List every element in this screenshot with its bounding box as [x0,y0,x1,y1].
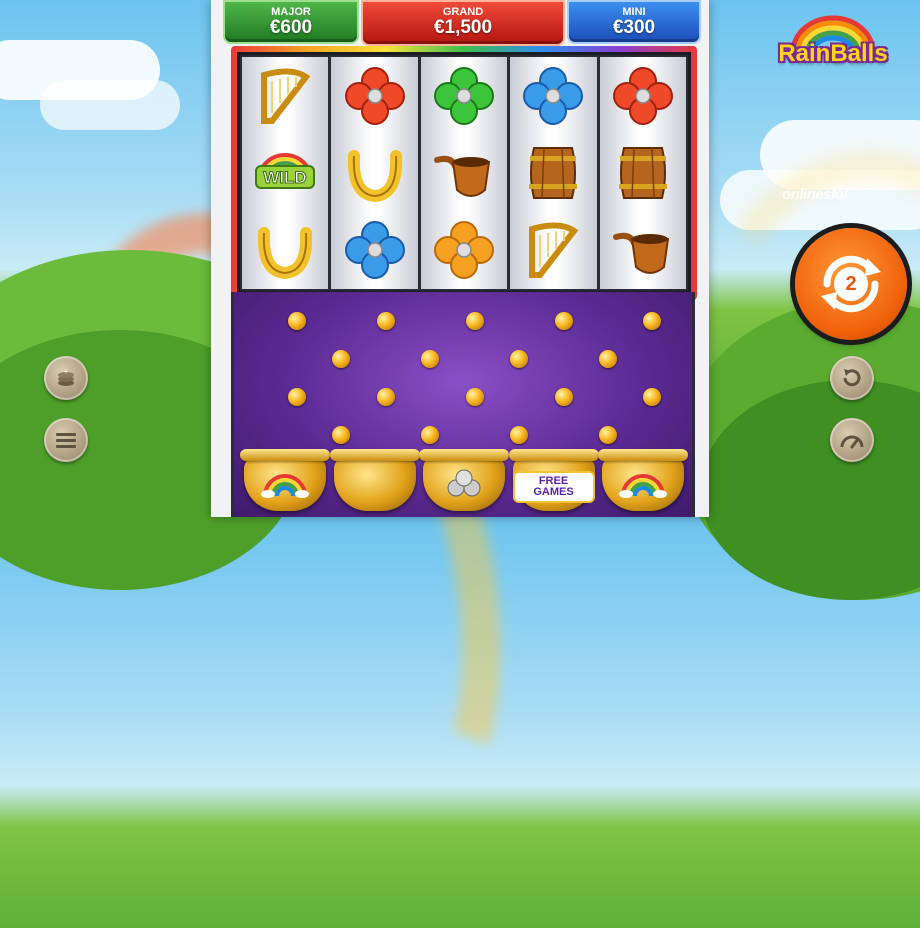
harp-icon [518,219,588,281]
peg [421,426,439,444]
reel-4 [510,57,597,289]
peg [599,426,617,444]
peg [599,350,617,368]
reel-1: WILD [242,57,329,289]
peg [510,350,528,368]
jackpot-major-amount: €600 [269,17,313,38]
pipe-icon [608,219,678,281]
free-games-pot: FREE GAMES [508,449,599,511]
orange-clover-icon [429,219,499,281]
bet-button[interactable]: + [44,356,88,400]
blue-clover-icon [340,219,410,281]
rainbow-icon [619,474,667,498]
jackpot-mini: MINI €300 [567,0,701,44]
jackpot-major: MAJOR €600 [223,0,359,44]
peg [643,388,661,406]
peg [555,388,573,406]
autoplay-icon [843,369,861,387]
empty-pot [329,449,420,511]
peg [510,426,528,444]
blue-clover-icon [518,65,588,127]
coin-stack-icon: + [58,367,74,386]
peg [332,350,350,368]
wild-icon: WILD [250,142,320,204]
speed-gauge-icon [840,435,864,449]
spin-button[interactable]: 2 [795,228,907,340]
peg [332,426,350,444]
pot-row: FREE GAMES [240,449,688,511]
jackpot-grand-amount: €1,500 [433,17,493,38]
peg [288,312,306,330]
green-clover-icon [429,65,499,127]
menu-icon [56,433,76,448]
peg [377,312,395,330]
horseshoe-icon [340,142,410,204]
barrel-icon [608,142,678,204]
watermark: onlineslot [782,186,848,203]
peg [421,350,439,368]
logo-text: RainBalls [778,40,888,67]
peg [466,388,484,406]
reel-3 [420,57,508,289]
rainbow-icon [261,474,309,498]
rainbow-pot [240,449,330,511]
peg [555,312,573,330]
svg-text:+: + [64,367,69,376]
game-cabinet: MAJOR €600 GRAND €1,500 MINI €300 WILD F… [211,0,709,517]
spin-count: 2 [834,267,868,301]
free-games-label: FREE GAMES [512,471,595,503]
balls-pot [419,449,509,511]
peg [466,312,484,330]
speed-button[interactable] [830,418,874,462]
peg [643,312,661,330]
jackpot-grand: GRAND €1,500 [361,0,565,46]
menu-button[interactable] [44,418,88,462]
harp-icon [250,65,320,127]
reel-window: WILD [237,52,691,294]
svg-text:WILD: WILD [263,168,306,187]
peg [288,388,306,406]
reel-5 [599,57,687,289]
reel-frame: WILD [231,46,697,300]
rainbow-pot [598,449,688,511]
horseshoe-icon [250,219,320,281]
silver-balls-icon [447,469,481,497]
autoplay-button[interactable] [830,356,874,400]
peg [377,388,395,406]
game-logo: RainBalls [753,12,913,72]
reel-2 [331,57,418,289]
jackpot-mini-amount: €300 [612,17,656,38]
barrel-icon [518,142,588,204]
peg-board: FREE GAMES [231,292,695,517]
red-clover-icon [340,65,410,127]
pipe-icon [429,142,499,204]
red-clover-icon [608,65,678,127]
